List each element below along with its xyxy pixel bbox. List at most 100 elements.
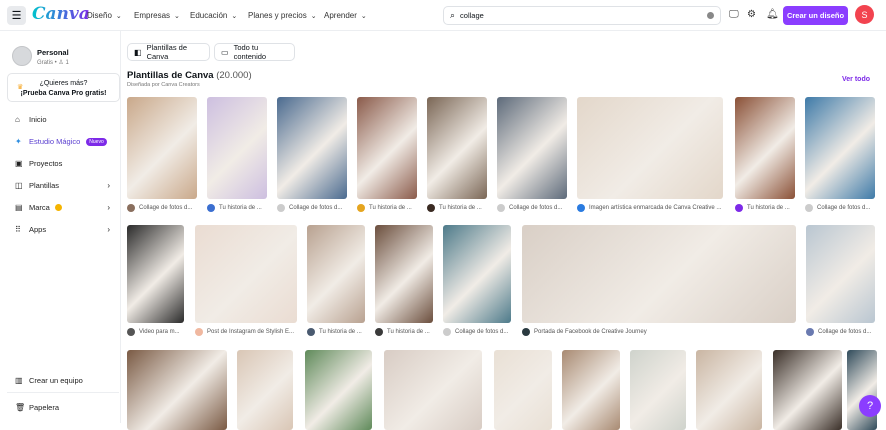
filter-plantillas-canva[interactable]: ◧ Plantillas de Canva xyxy=(127,43,210,61)
nav-educacion[interactable]: Educación ⌄ xyxy=(190,11,237,20)
template-thumbnail[interactable] xyxy=(237,350,293,430)
question-icon: ? xyxy=(866,400,874,412)
sidebar-item-label: Proyectos xyxy=(29,159,63,168)
filter-todo-contenido[interactable]: ▭ Todo tu contenido xyxy=(214,43,295,61)
creator-avatar xyxy=(577,204,585,212)
menu-button[interactable]: ☰ xyxy=(7,6,26,25)
template-caption[interactable]: Collage de fotos d... xyxy=(497,204,575,212)
sidebar-item-plantillas[interactable]: ◫ Plantillas › xyxy=(15,181,110,190)
sparkle-icon: ✦ xyxy=(15,137,22,146)
template-caption[interactable]: Video para m... xyxy=(127,328,192,336)
template-thumbnail[interactable] xyxy=(630,350,686,430)
sidebar-item-crear-equipo[interactable]: ▥ Crear un equipo xyxy=(15,376,110,385)
caption-text: Collage de fotos d... xyxy=(139,205,193,211)
pro-promo[interactable]: ♛ ¿Quieres más? ¡Prueba Canva Pro gratis! xyxy=(7,73,120,102)
template-caption[interactable]: Tu historia de ... xyxy=(307,328,373,336)
chevron-right-icon: › xyxy=(107,181,110,190)
sidebar-item-marca[interactable]: ▤ Marca › xyxy=(15,203,110,212)
template-thumbnail[interactable] xyxy=(307,225,365,323)
template-caption[interactable]: Tu historia de ... xyxy=(207,204,275,212)
template-caption[interactable]: Collage de fotos d... xyxy=(127,204,205,212)
template-thumbnail[interactable] xyxy=(497,97,567,199)
template-thumbnail[interactable] xyxy=(522,225,796,323)
template-thumbnail[interactable] xyxy=(443,225,511,323)
template-thumbnail[interactable] xyxy=(375,225,433,323)
caption-text: Tu historia de ... xyxy=(219,205,262,211)
see-all-link[interactable]: Ver todo xyxy=(842,76,870,83)
sidebar-item-apps[interactable]: ⠿ Apps › xyxy=(15,225,110,234)
home-icon: ⌂ xyxy=(15,115,20,124)
gear-icon[interactable]: ⚙ xyxy=(747,9,756,20)
chevron-down-icon: ⌄ xyxy=(174,13,180,20)
template-caption[interactable]: Tu historia de ... xyxy=(735,204,803,212)
profile-avatar[interactable] xyxy=(12,46,32,66)
create-design-button[interactable]: Crear un diseño xyxy=(783,6,848,25)
crown-badge-icon xyxy=(54,204,62,211)
template-thumbnail[interactable] xyxy=(773,350,842,430)
template-thumbnail[interactable] xyxy=(806,225,875,323)
nav-label: Aprender xyxy=(324,11,357,20)
user-avatar[interactable]: S xyxy=(855,5,874,24)
template-caption[interactable]: Collage de fotos d... xyxy=(805,204,883,212)
sidebar-item-proyectos[interactable]: ▣ Proyectos xyxy=(15,159,110,168)
sidebar-item-label: Estudio Mágico xyxy=(29,137,81,146)
template-caption[interactable]: Post de Instagram de Stylish E... xyxy=(195,328,305,336)
sidebar-item-papelera[interactable]: 🗑︎ Papelera xyxy=(15,403,110,412)
divider xyxy=(7,392,119,393)
template-caption[interactable]: Tu historia de ... xyxy=(375,328,441,336)
sidebar-item-estudio-magico[interactable]: ✦ Estudio Mágico Nuevo xyxy=(15,137,110,146)
nav-label: Planes y precios xyxy=(248,11,307,20)
clear-search-icon[interactable] xyxy=(707,12,714,19)
desktop-app-icon[interactable]: 🖵 xyxy=(729,9,739,20)
sidebar-item-label: Marca xyxy=(29,203,50,212)
nav-diseno[interactable]: Diseño ⌄ xyxy=(87,11,122,20)
nav-empresas[interactable]: Empresas ⌄ xyxy=(134,11,180,20)
template-thumbnail[interactable] xyxy=(696,350,762,430)
nav-aprender[interactable]: Aprender ⌄ xyxy=(324,11,367,20)
template-thumbnail[interactable] xyxy=(277,97,347,199)
template-thumbnail[interactable] xyxy=(427,97,487,199)
template-thumbnail[interactable] xyxy=(577,97,723,199)
sidebar-item-inicio[interactable]: ⌂ Inicio xyxy=(15,115,110,124)
nav-label: Educación xyxy=(190,11,228,20)
creator-avatar xyxy=(443,328,451,336)
template-thumbnail[interactable] xyxy=(562,350,620,430)
template-thumbnail[interactable] xyxy=(195,225,297,323)
trash-icon: 🗑︎ xyxy=(15,403,26,412)
bell-icon[interactable]: 🔔︎ xyxy=(766,9,779,20)
template-caption[interactable]: Collage de fotos d... xyxy=(443,328,519,336)
template-caption[interactable]: Collage de fotos d... xyxy=(806,328,883,336)
template-thumbnail[interactable] xyxy=(847,350,877,430)
template-thumbnail[interactable] xyxy=(494,350,552,430)
search-input[interactable]: ⌕ collage xyxy=(443,6,721,25)
creator-avatar xyxy=(127,328,135,336)
template-thumbnail[interactable] xyxy=(735,97,795,199)
template-caption[interactable]: Portada de Facebook de Creative Journey xyxy=(522,328,804,336)
canva-logo[interactable]: Canva xyxy=(32,4,90,24)
template-caption[interactable]: Tu historia de ... xyxy=(427,204,495,212)
template-thumbnail[interactable] xyxy=(127,97,197,199)
template-thumbnail[interactable] xyxy=(305,350,372,430)
caption-text: Collage de fotos d... xyxy=(509,205,563,211)
template-thumbnail[interactable] xyxy=(357,97,417,199)
template-thumbnail[interactable] xyxy=(805,97,875,199)
profile-name[interactable]: Personal xyxy=(37,48,69,57)
search-value: collage xyxy=(460,11,484,20)
folder-icon: ▣ xyxy=(15,159,23,168)
template-thumbnail[interactable] xyxy=(127,350,227,430)
filter-label: Todo tu contenido xyxy=(233,43,267,61)
caption-text: Tu historia de ... xyxy=(439,205,482,211)
section-title: Plantillas de Canva (20.000) xyxy=(127,70,252,81)
template-caption[interactable]: Tu historia de ... xyxy=(357,204,425,212)
template-caption[interactable]: Imagen artística enmarcada de Canva Crea… xyxy=(577,204,731,212)
help-button[interactable]: ? xyxy=(859,395,881,417)
creator-avatar xyxy=(805,204,813,212)
template-thumbnail[interactable] xyxy=(127,225,184,323)
filter-label: Plantillas de Canva xyxy=(146,43,188,61)
nav-planes[interactable]: Planes y precios ⌄ xyxy=(248,11,317,20)
template-thumbnail[interactable] xyxy=(384,350,482,430)
template-thumbnail[interactable] xyxy=(207,97,267,199)
template-caption[interactable]: Collage de fotos d... xyxy=(277,204,355,212)
template-icon: ◧ xyxy=(134,47,142,57)
hamburger-icon: ☰ xyxy=(11,10,22,22)
